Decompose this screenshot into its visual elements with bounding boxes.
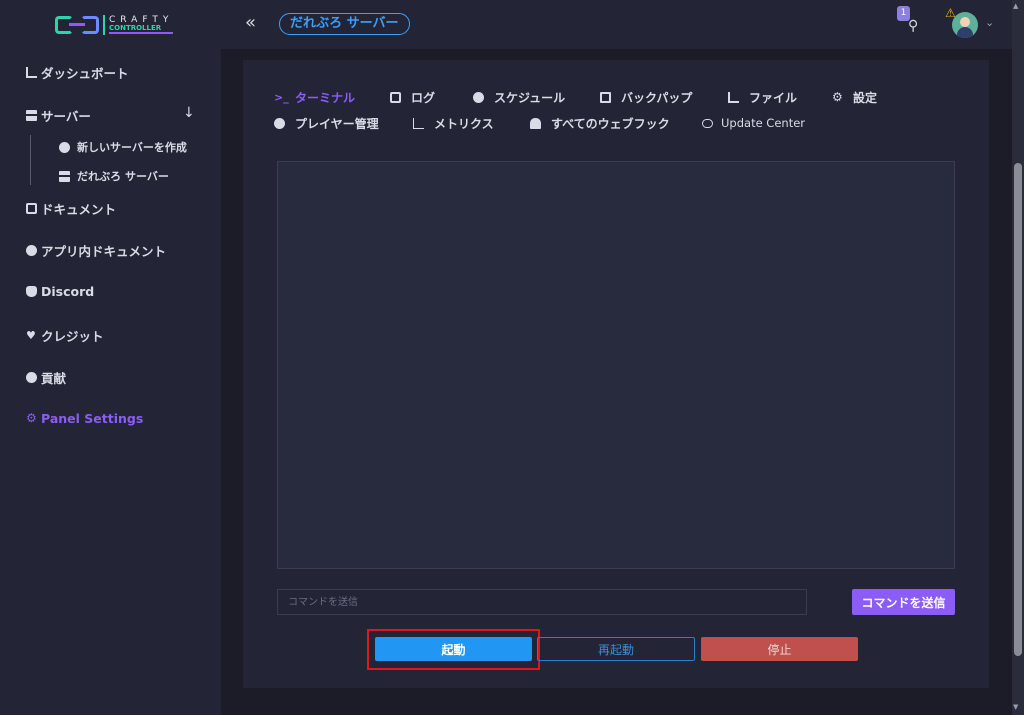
sidebar-item-dashboard[interactable]: ダッシュボート [26, 63, 129, 82]
info-icon [26, 245, 37, 256]
stop-button[interactable]: 停止 [701, 637, 858, 661]
dollar-icon [26, 372, 37, 383]
scrollbar-thumb[interactable] [1014, 163, 1022, 656]
warning-icon: ⚠ [945, 6, 956, 20]
logo-line2: CONTROLLER [109, 25, 174, 34]
box-icon [390, 92, 401, 103]
gear-icon: ⚙ [26, 411, 37, 425]
tab-label: メトリクス [434, 117, 494, 131]
bell-icon [530, 118, 541, 129]
tab-files[interactable]: ファイル [728, 89, 797, 106]
cloud-icon [702, 118, 713, 128]
sidebar-item-label: 貢献 [41, 371, 67, 386]
collapse-sidebar-icon[interactable]: « [245, 12, 256, 33]
tab-label: ファイル [749, 91, 798, 105]
discord-icon [26, 286, 37, 297]
tab-label: Update Center [721, 116, 806, 130]
sidebar-item-label: ドキュメント [41, 202, 117, 217]
sidebar-item-label: アプリ内ドキュメント [41, 244, 167, 259]
server-icon [26, 110, 37, 121]
sidebar-item-label: Discord [41, 284, 95, 299]
notification-button[interactable]: 1 ⚲ [897, 6, 925, 36]
sidebar-item-label: ダッシュボート [41, 66, 129, 81]
sidebar-item-create-server[interactable]: 新しいサーバーを作成 [59, 139, 187, 155]
tab-player-management[interactable]: プレイヤー管理 [274, 115, 379, 132]
tab-label: ターミナル [295, 91, 356, 105]
heart-icon: ♥ [26, 329, 36, 342]
subnav-line [30, 135, 31, 185]
sidebar-item-label: クレジット [41, 329, 104, 344]
save-icon [600, 92, 611, 103]
sidebar-item-discord[interactable]: Discord [26, 284, 94, 299]
send-command-button[interactable]: コマンドを送信 [852, 589, 955, 615]
sidebar-item-panel-settings[interactable]: ⚙ Panel Settings [26, 411, 143, 426]
server-name-badge[interactable]: だれぶろ サーバー [279, 13, 410, 35]
tab-webhooks[interactable]: すべてのウェブフック [530, 115, 670, 132]
tab-logs[interactable]: ログ [390, 89, 435, 106]
sidebar-item-documents[interactable]: ドキュメント [26, 199, 116, 218]
chevron-down-icon[interactable]: ⌄ [985, 16, 994, 29]
start-button[interactable]: 起動 [375, 637, 532, 661]
tab-label: ログ [411, 91, 436, 105]
scroll-down-icon[interactable]: ▼ [1013, 703, 1018, 711]
chart-icon [413, 118, 424, 129]
sidebar-item-label: サーバー [41, 109, 91, 124]
antenna-icon: ⚲ [908, 18, 919, 34]
sidebar-sub-label: だれぶろ サーバー [77, 170, 169, 183]
top-bar: « だれぶろ サーバー 1 ⚲ ⚠ ⌄ [221, 0, 1024, 49]
clock-icon [473, 92, 484, 103]
sidebar-item-inapp-docs[interactable]: アプリ内ドキュメント [26, 241, 166, 260]
users-icon [274, 118, 285, 129]
sidebar-item-contribute[interactable]: 貢献 [26, 368, 66, 387]
gear-icon: ⚙ [832, 90, 843, 104]
tab-label: バックパップ [621, 91, 693, 105]
tab-label: すべてのウェブフック [551, 117, 670, 131]
sidebar-item-label: Panel Settings [41, 411, 144, 426]
sidebar-item-servers[interactable]: サーバー [26, 106, 91, 125]
sidebar-item-server-dareburo[interactable]: だれぶろ サーバー [59, 168, 169, 184]
tab-label: スケジュール [494, 91, 566, 105]
tab-backup[interactable]: バックパップ [600, 89, 692, 106]
crafty-logo[interactable]: CRAFTY CONTROLLER [55, 12, 174, 38]
terminal-output[interactable] [277, 161, 955, 569]
dashboard-icon [26, 67, 37, 78]
document-icon [26, 203, 37, 214]
tab-label: プレイヤー管理 [295, 117, 379, 131]
expand-arrow-icon[interactable]: ↓ [183, 105, 195, 121]
tab-terminal[interactable]: >_ ターミナル [274, 89, 355, 106]
server-icon [59, 170, 70, 182]
logo-mark-icon [55, 14, 99, 36]
tab-label: 設定 [853, 91, 878, 105]
restart-button[interactable]: 再起動 [537, 637, 695, 661]
file-tree-icon [728, 92, 739, 103]
sidebar-item-credits[interactable]: ♥ クレジット [26, 326, 104, 345]
sidebar-sub-label: 新しいサーバーを作成 [77, 141, 187, 154]
scroll-up-icon[interactable]: ▲ [1013, 2, 1018, 10]
terminal-icon: >_ [274, 91, 289, 104]
tab-settings[interactable]: ⚙ 設定 [832, 89, 877, 106]
command-input[interactable] [277, 589, 807, 615]
tab-metrics[interactable]: メトリクス [413, 115, 494, 132]
tab-update-center[interactable]: Update Center [702, 116, 805, 130]
sidebar: CRAFTY CONTROLLER ダッシュボート サーバー ↓ 新しいサーバー… [0, 0, 221, 715]
plus-circle-icon [59, 141, 70, 153]
tab-schedule[interactable]: スケジュール [473, 89, 565, 106]
